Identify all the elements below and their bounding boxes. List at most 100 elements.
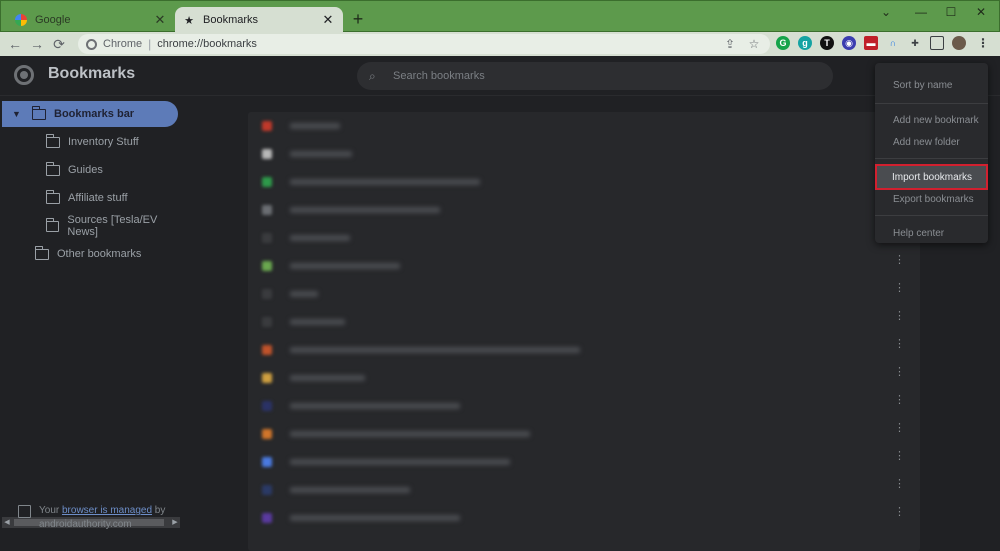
more-actions-icon[interactable]: ⋮ <box>894 311 905 330</box>
side-panel-icon[interactable] <box>930 36 944 50</box>
managed-notice: Your browser is managed by androidauthor… <box>18 504 183 532</box>
browser-toolbar: ← → ⟳ Chrome | chrome://bookmarks ⇪ ☆ G … <box>0 32 1000 56</box>
extensions-puzzle-icon[interactable]: ✚ <box>908 36 922 50</box>
folder-sidebar: ▼ Bookmarks bar Inventory Stuff Guides A… <box>0 96 185 551</box>
folder-icon <box>45 217 60 232</box>
menu-divider <box>875 215 988 216</box>
bookmark-title-blurred <box>290 375 365 381</box>
favicon-icon <box>262 429 272 439</box>
favicon-icon <box>262 373 272 383</box>
minimize-button[interactable]: — <box>906 3 936 21</box>
bookmark-row[interactable] <box>248 168 920 196</box>
extension-t-icon[interactable]: T <box>820 36 834 50</box>
more-actions-icon[interactable]: ⋮ <box>894 367 905 386</box>
kebab-menu-icon[interactable]: ⋮ <box>976 36 990 50</box>
folder-label: Sources [Tesla/EV News] <box>67 214 158 238</box>
favicon-icon <box>262 177 272 187</box>
site-label: Chrome <box>103 38 143 50</box>
more-actions-icon[interactable]: ⋮ <box>894 479 905 498</box>
scroll-left-icon[interactable]: ◀ <box>2 517 12 528</box>
sidebar-folder-affiliate[interactable]: Affiliate stuff <box>45 185 128 211</box>
favicon-icon <box>262 317 272 327</box>
bookmark-row[interactable]: ⋮ <box>248 420 920 448</box>
bookmark-title-blurred <box>290 235 350 241</box>
bookmark-title-blurred <box>290 431 530 437</box>
menu-divider <box>875 158 988 159</box>
bookmark-row[interactable]: ⋮ <box>248 476 920 504</box>
more-actions-icon[interactable]: ⋮ <box>894 507 905 526</box>
extension-globe-icon[interactable]: ◉ <box>842 36 856 50</box>
tab-bookmarks[interactable]: ★ Bookmarks ✕ <box>175 7 343 33</box>
more-actions-icon[interactable]: ⋮ <box>894 451 905 470</box>
bookmark-row[interactable]: ⋮ <box>248 504 920 532</box>
search-box[interactable]: ⌕ <box>357 62 833 90</box>
close-icon[interactable]: ✕ <box>321 13 335 27</box>
close-window-button[interactable]: ✕ <box>966 3 996 21</box>
sidebar-folder-sources[interactable]: Sources [Tesla/EV News] <box>45 213 185 239</box>
favicon-icon <box>262 345 272 355</box>
bookmark-star-icon[interactable]: ☆ <box>746 36 762 52</box>
search-input[interactable] <box>393 70 793 82</box>
extension-g-icon[interactable]: g <box>798 36 812 50</box>
sidebar-folder-guides[interactable]: Guides <box>45 157 103 183</box>
menu-item-export-bookmarks[interactable]: Export bookmarks <box>875 188 988 210</box>
star-icon: ★ <box>184 14 194 27</box>
bookmark-row[interactable]: ⋮ <box>248 280 920 308</box>
bookmark-row[interactable]: ⋮ <box>248 392 920 420</box>
bookmark-title-blurred <box>290 151 352 157</box>
bookmark-title-blurred <box>290 207 440 213</box>
browser-managed-link[interactable]: browser is managed <box>62 505 152 516</box>
bookmark-title-blurred <box>290 291 318 297</box>
folder-icon <box>34 245 49 260</box>
caret-down-icon[interactable]: ▼ <box>12 109 24 119</box>
more-actions-icon[interactable]: ⋮ <box>894 395 905 414</box>
bookmark-title-blurred <box>290 487 410 493</box>
more-actions-icon[interactable]: ⋮ <box>894 283 905 302</box>
bookmark-row[interactable]: ⋮ <box>248 252 920 280</box>
chrome-logo-icon <box>14 65 34 85</box>
sidebar-folder-inventory[interactable]: Inventory Stuff <box>45 129 139 155</box>
close-icon[interactable]: ✕ <box>153 13 167 27</box>
page-title: Bookmarks <box>48 65 136 82</box>
extension-arc-icon[interactable]: ∩ <box>886 36 900 50</box>
menu-item-help-center[interactable]: Help center <box>875 222 988 244</box>
menu-item-add-bookmark[interactable]: Add new bookmark <box>875 109 988 131</box>
bookmark-row[interactable]: ⋮ <box>248 448 920 476</box>
reload-icon[interactable]: ⟳ <box>48 33 70 55</box>
sidebar-folder-other[interactable]: Other bookmarks <box>34 241 142 267</box>
menu-item-import-bookmarks[interactable]: Import bookmarks <box>875 164 988 190</box>
more-actions-icon[interactable]: ⋮ <box>894 423 905 442</box>
tab-search-icon[interactable]: ⌄ <box>871 3 901 21</box>
more-actions-icon[interactable]: ⋮ <box>894 255 905 274</box>
back-icon[interactable]: ← <box>4 33 26 55</box>
menu-item-sort-by-name[interactable]: Sort by name <box>875 74 988 96</box>
folder-label: Bookmarks bar <box>54 108 135 120</box>
share-icon[interactable]: ⇪ <box>722 36 738 52</box>
address-bar[interactable]: Chrome | chrome://bookmarks ⇪ ☆ <box>78 34 770 54</box>
bookmark-title-blurred <box>290 459 510 465</box>
bookmark-row[interactable]: ⋮ <box>248 336 920 364</box>
bookmark-row[interactable]: ⋮ <box>248 308 920 336</box>
favicon-icon <box>262 513 272 523</box>
bookmark-row[interactable] <box>248 112 920 140</box>
bookmark-row[interactable]: ⋮ <box>248 364 920 392</box>
folder-icon <box>45 189 60 204</box>
maximize-button[interactable]: ☐ <box>936 3 966 21</box>
folder-label: Other bookmarks <box>57 248 142 260</box>
extension-red-icon[interactable]: ▬ <box>864 36 878 50</box>
more-actions-icon[interactable]: ⋮ <box>894 339 905 358</box>
tab-title: Bookmarks <box>203 14 259 26</box>
bookmark-row[interactable] <box>248 196 920 224</box>
managed-suffix: by <box>152 505 166 516</box>
bookmark-row[interactable] <box>248 140 920 168</box>
building-icon <box>18 505 31 518</box>
grammarly-icon[interactable]: G <box>776 36 790 50</box>
sidebar-folder-bookmarks-bar[interactable]: ▼ Bookmarks bar <box>2 101 178 127</box>
new-tab-button[interactable]: + <box>349 10 367 28</box>
menu-item-add-folder[interactable]: Add new folder <box>875 131 988 153</box>
bookmark-title-blurred <box>290 403 460 409</box>
tab-google[interactable]: Google ✕ <box>7 7 175 33</box>
forward-icon[interactable]: → <box>26 33 48 55</box>
avatar[interactable] <box>952 36 966 50</box>
bookmark-row[interactable] <box>248 224 920 252</box>
